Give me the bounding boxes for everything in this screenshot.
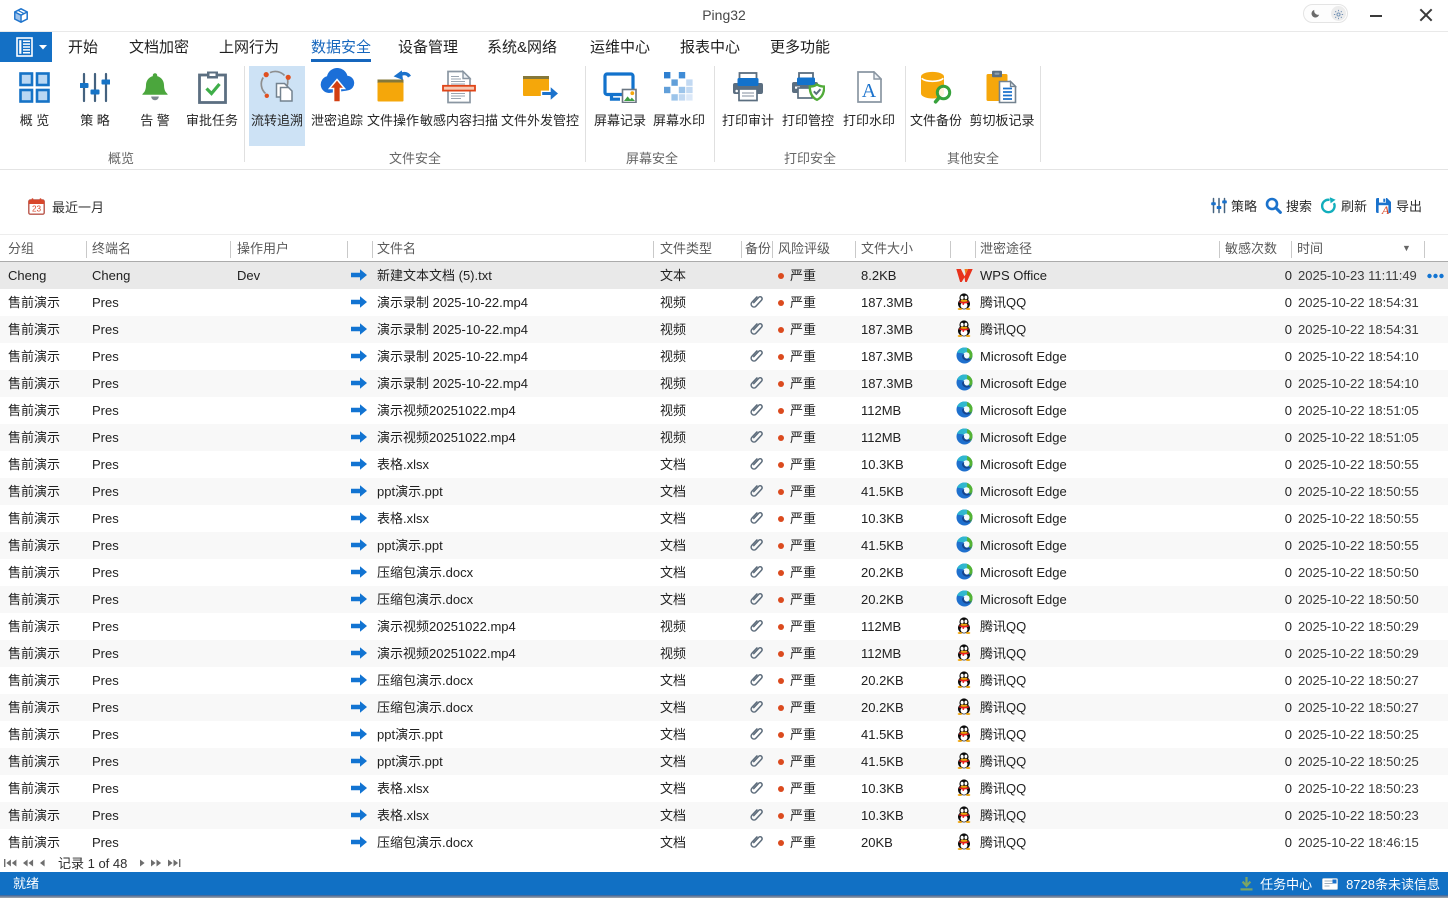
svg-text:A: A <box>1381 203 1390 214</box>
svg-text:23: 23 <box>32 204 42 213</box>
svg-text:A: A <box>861 80 876 102</box>
